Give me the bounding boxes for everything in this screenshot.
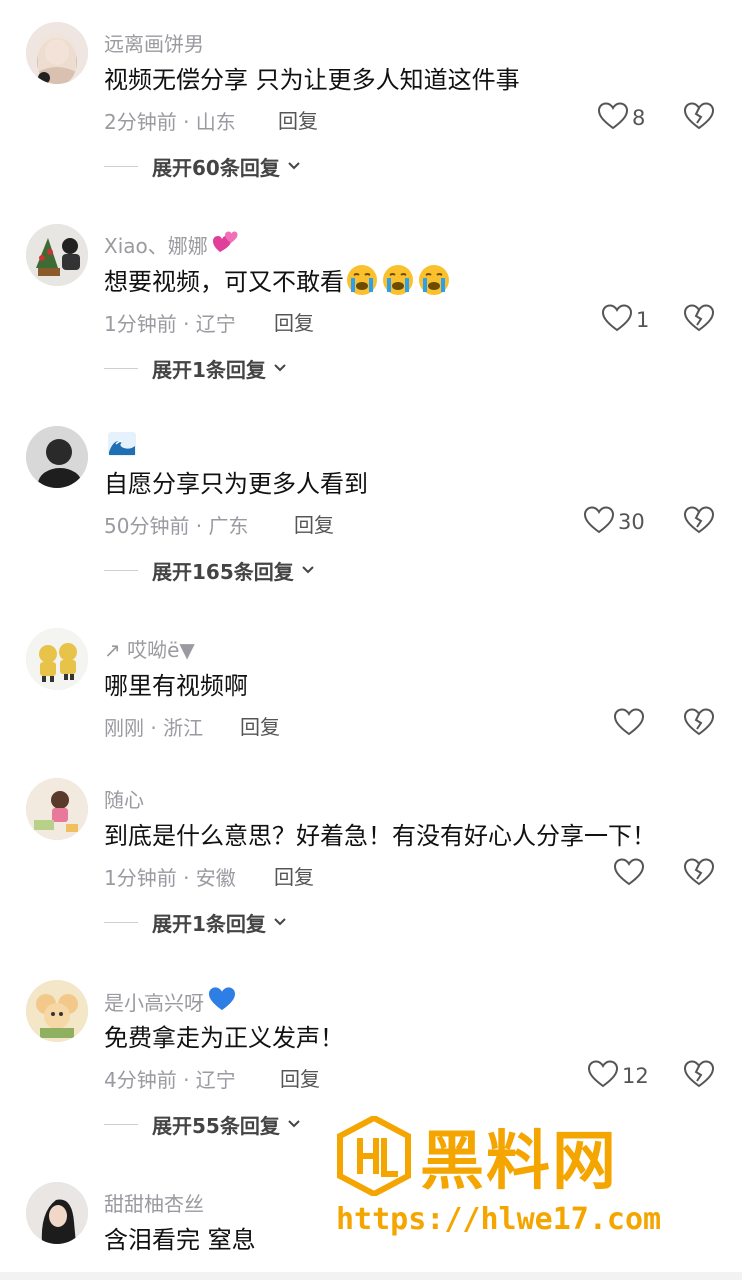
like-button[interactable] [613,708,645,740]
comment-text: 含泪看完 窒息 [104,1226,256,1254]
heart-outline-icon [583,506,615,538]
watermark-overlay: 黑料网 https://hlwe17.com [330,1110,730,1250]
broken-heart-icon [683,1060,715,1092]
like-button[interactable] [613,858,645,890]
like-count: 12 [622,1064,649,1088]
expand-replies-button[interactable]: 展开1条回复 [104,908,288,937]
wave-emoji [108,432,136,461]
expand-replies-button[interactable]: 展开1条回复 [104,354,288,383]
expand-replies-label: 展开165条回复 [152,560,294,584]
comment-username[interactable]: 是小高兴呀 [104,986,236,1017]
reply-button[interactable]: 回复 [240,711,280,740]
comment-username[interactable]: 甜甜柚杏丝 [104,1188,204,1217]
blue-heart-emoji [208,986,236,1017]
two-hearts-emoji [212,230,238,259]
reply-button[interactable]: 回复 [294,509,334,538]
bottom-edge [0,1272,742,1280]
dislike-button[interactable] [683,1060,715,1092]
comment-meta: 1分钟前 · 辽宁 [104,312,236,336]
watermark-brand: 黑料网 [420,1125,618,1199]
crying-face-emoji-group [346,264,450,296]
divider [104,368,138,369]
expand-replies-button[interactable]: 展开60条回复 [104,152,302,181]
comment-meta: 1分钟前 · 安徽 [104,866,236,890]
comment-meta: 4分钟前 · 辽宁 [104,1068,236,1092]
brand-logo-icon [336,1114,412,1200]
divider [104,1124,138,1125]
like-count: 1 [636,308,650,332]
divider [104,166,138,167]
user-avatar[interactable] [26,628,88,690]
dislike-button[interactable] [683,858,715,890]
broken-heart-icon [683,708,715,740]
reply-button[interactable]: 回复 [280,1063,320,1092]
broken-heart-icon [683,506,715,538]
comment-meta: 50分钟前 · 广东 [104,514,249,538]
user-avatar[interactable] [26,980,88,1042]
comment-meta: 刚刚 · 浙江 [104,716,204,740]
chevron-down-icon [300,561,316,580]
user-avatar[interactable] [26,1182,88,1244]
heart-outline-icon [613,858,645,890]
comment-username[interactable]: 随心 [104,784,144,813]
comment-meta: 2分钟前 · 山东 [104,110,236,134]
broken-heart-icon [683,858,715,890]
comment-text: 哪里有视频啊 [104,672,248,700]
user-avatar[interactable] [26,22,88,84]
dislike-button[interactable] [683,304,715,336]
expand-replies-label: 展开60条回复 [152,156,280,180]
comment-text: 想要视频，可又不敢看 [104,262,450,297]
heart-outline-icon [613,708,645,740]
broken-heart-icon [683,102,715,134]
like-button[interactable]: 8 [597,102,646,134]
chevron-down-icon [286,157,302,176]
like-count: 8 [632,106,646,130]
comment-username[interactable]: Xiao、娜娜 [104,230,238,259]
heart-outline-icon [601,304,633,336]
dislike-button[interactable] [683,102,715,134]
like-button[interactable]: 30 [583,506,645,538]
comment-text: 免费拿走为正义发声！ [104,1024,344,1052]
reply-button[interactable]: 回复 [274,307,314,336]
divider [104,922,138,923]
chevron-down-icon [272,913,288,932]
like-button[interactable]: 1 [601,304,650,336]
comment-text: 视频无偿分享 只为让更多人知道这件事 [104,66,520,94]
reply-button[interactable]: 回复 [274,861,314,890]
expand-replies-button[interactable]: 展开55条回复 [104,1110,302,1139]
user-avatar[interactable] [26,778,88,840]
reply-button[interactable]: 回复 [278,105,318,134]
user-avatar[interactable] [26,426,88,488]
chevron-down-icon [272,359,288,378]
comment-text: 到底是什么意思？好着急！有没有好心人分享一下！ [104,822,656,850]
like-count: 30 [618,510,645,534]
comment-username[interactable]: 远离画饼男 [104,28,204,57]
divider [104,570,138,571]
dislike-button[interactable] [683,708,715,740]
comment-username[interactable]: ↗ 哎呦ë▼ [104,634,195,663]
expand-replies-label: 展开55条回复 [152,1114,280,1138]
expand-replies-label: 展开1条回复 [152,912,266,936]
comment-list-screen: 远离画饼男 视频无偿分享 只为让更多人知道这件事 2分钟前 · 山东 回复 8 … [0,0,742,1280]
dislike-button[interactable] [683,506,715,538]
comment-username[interactable] [104,432,136,461]
broken-heart-icon [683,304,715,336]
chevron-down-icon [286,1115,302,1134]
expand-replies-button[interactable]: 展开165条回复 [104,556,316,585]
user-avatar[interactable] [26,224,88,286]
expand-replies-label: 展开1条回复 [152,358,266,382]
comment-text: 自愿分享只为更多人看到 [104,470,368,498]
like-button[interactable]: 12 [587,1060,649,1092]
heart-outline-icon [587,1060,619,1092]
watermark-url: https://hlwe17.com [336,1202,662,1237]
heart-outline-icon [597,102,629,134]
